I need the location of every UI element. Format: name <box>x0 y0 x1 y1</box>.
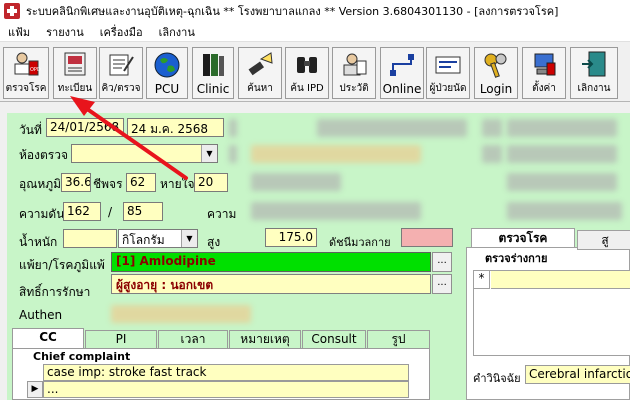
annotation-arrow <box>70 96 188 180</box>
